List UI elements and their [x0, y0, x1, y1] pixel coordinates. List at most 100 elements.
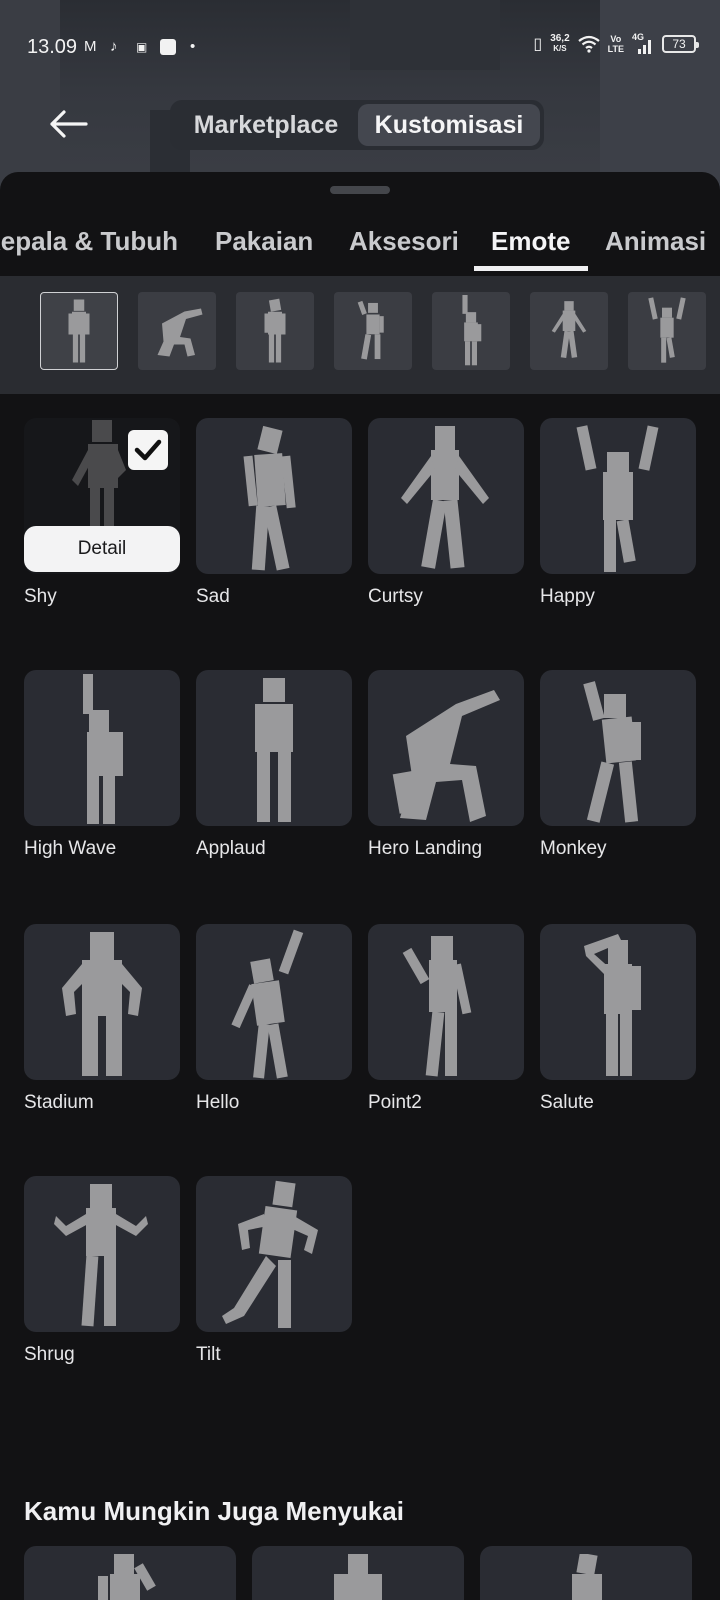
tab-pakaian[interactable]: Pakaian [215, 226, 313, 257]
monkey-avatar-icon [583, 681, 641, 823]
status-time: 13.09 [27, 36, 78, 58]
hero-landing-avatar-icon [392, 690, 500, 822]
emote-thumbnail [196, 418, 352, 574]
battery-indicator: 73 [662, 35, 699, 53]
emote-card-applaud[interactable]: Applaud [196, 670, 352, 859]
emote-card-stadium[interactable]: Stadium [24, 924, 180, 1113]
salute-avatar-icon [584, 934, 641, 1076]
point-avatar-icon [402, 936, 472, 1077]
network-type: 4G [632, 32, 645, 42]
applaud-avatar-icon [255, 678, 293, 822]
shrug-avatar-icon [54, 1184, 148, 1327]
emote-thumbnail [368, 924, 524, 1080]
more-notifications-dot-icon: • [190, 38, 196, 55]
customization-sheet: Kepala & Tubuh Pakaian Aksesori Emote An… [0, 172, 720, 1600]
emote-thumbnail [24, 670, 180, 826]
emote-thumbnail [368, 418, 524, 574]
app-notification-icon [160, 39, 176, 55]
tab-aksesori[interactable]: Aksesori [349, 226, 459, 257]
emote-name: Hero Landing [368, 838, 483, 859]
status-bar: 13.09 M ♪ ▣ • ▯ 36,2 K/S Vo LTE 4G 73 [0, 0, 720, 92]
equipped-emote-slots [0, 276, 720, 394]
emote-card-hello[interactable]: Hello [196, 924, 352, 1113]
emote-card-shy[interactable]: Detail Shy [24, 418, 180, 607]
emote-name: Hello [196, 1092, 240, 1113]
volte-indicator: Vo LTE [608, 34, 624, 54]
emote-slot-5[interactable] [432, 292, 510, 370]
recommendation-card[interactable] [24, 1546, 236, 1600]
emote-thumbnail [196, 924, 352, 1080]
emote-name: Sad [196, 586, 230, 607]
stadium-avatar-icon [62, 932, 142, 1076]
happy-avatar-icon [576, 425, 659, 572]
emote-name: Tilt [196, 1344, 221, 1365]
emote-name: Point2 [368, 1092, 422, 1113]
emote-card-hero-landing[interactable]: Hero Landing [368, 670, 524, 859]
app-notification-icon: ▣ [136, 40, 148, 54]
detail-button[interactable]: Detail [24, 526, 180, 572]
emote-card-tilt[interactable]: Tilt [196, 1176, 352, 1365]
tab-animasi[interactable]: Animasi [605, 226, 706, 257]
emote-card-curtsy[interactable]: Curtsy [368, 418, 524, 607]
emote-card-monkey[interactable]: Monkey [540, 670, 696, 859]
emote-name: Happy [540, 586, 595, 607]
volte-bottom: LTE [607, 44, 624, 54]
recommendation-card[interactable] [480, 1546, 692, 1600]
arrow-left-icon [50, 110, 88, 138]
recommendation-card[interactable] [252, 1546, 464, 1600]
vibrate-icon: ▯ [533, 36, 543, 53]
monkey-avatar-icon [357, 300, 384, 360]
emote-slot-1[interactable] [40, 292, 118, 370]
tiktok-icon: ♪ [110, 38, 118, 55]
emote-name: Shrug [24, 1344, 75, 1365]
tab-kepala-tubuh[interactable]: Kepala & Tubuh [0, 226, 178, 257]
emote-thumbnail [368, 670, 524, 826]
emote-card-shrug[interactable]: Shrug [24, 1176, 180, 1365]
standing-avatar-icon [264, 298, 286, 363]
emote-slot-4[interactable] [334, 292, 412, 370]
avatar-preview-icon [334, 1554, 382, 1600]
emote-name: Stadium [24, 1092, 94, 1113]
mode-segmented-control: Marketplace Kustomisasi [170, 100, 544, 150]
emote-name: Salute [540, 1092, 594, 1113]
cell-signal-icon: 4G [632, 32, 654, 54]
tilt-avatar-icon [222, 1180, 318, 1328]
happy-avatar-icon [648, 297, 686, 363]
tab-emote[interactable]: Emote [491, 226, 570, 257]
emote-thumbnail [540, 418, 696, 574]
active-tab-indicator [474, 266, 588, 271]
emote-name: High Wave [24, 838, 117, 859]
emote-card-sad[interactable]: Sad [196, 418, 352, 607]
sheet-drag-handle[interactable] [330, 186, 390, 194]
emote-card-salute[interactable]: Salute [540, 924, 696, 1113]
gmail-icon: M [84, 38, 97, 55]
emote-slot-6[interactable] [530, 292, 608, 370]
emote-card-point2[interactable]: Point2 [368, 924, 524, 1113]
high-wave-avatar-icon [83, 674, 123, 824]
curtsy-avatar-icon [401, 426, 489, 569]
emote-name: Applaud [196, 838, 266, 859]
emote-slot-7[interactable] [628, 292, 706, 370]
status-right-icons: ▯ 36,2 K/S Vo LTE 4G 73 [533, 32, 699, 54]
emote-slot-3[interactable] [236, 292, 314, 370]
avatar-preview-icon [98, 1554, 156, 1600]
emote-thumbnail [540, 924, 696, 1080]
emote-card-happy[interactable]: Happy [540, 418, 696, 607]
hero-landing-avatar-icon [157, 308, 203, 357]
emote-card-high-wave[interactable]: High Wave [24, 670, 180, 859]
standing-avatar-icon [68, 299, 90, 363]
emote-thumbnail [540, 670, 696, 826]
tab-marketplace[interactable]: Marketplace [174, 104, 358, 146]
network-speed-unit: K/S [553, 44, 567, 53]
emote-thumbnail [24, 1176, 180, 1332]
volte-top: Vo [610, 34, 622, 44]
emote-slot-2[interactable] [138, 292, 216, 370]
curtsy-avatar-icon [551, 301, 587, 359]
network-speed: 36,2 K/S [550, 34, 569, 54]
network-speed-value: 36,2 [550, 33, 570, 44]
emote-name: Shy [24, 586, 57, 607]
section-title-recommendations: Kamu Mungkin Juga Menyukai [24, 1496, 404, 1526]
tab-kustomisasi[interactable]: Kustomisasi [358, 104, 540, 146]
back-button[interactable] [46, 104, 90, 144]
category-tabs: Kepala & Tubuh Pakaian Aksesori Emote An… [0, 216, 720, 272]
